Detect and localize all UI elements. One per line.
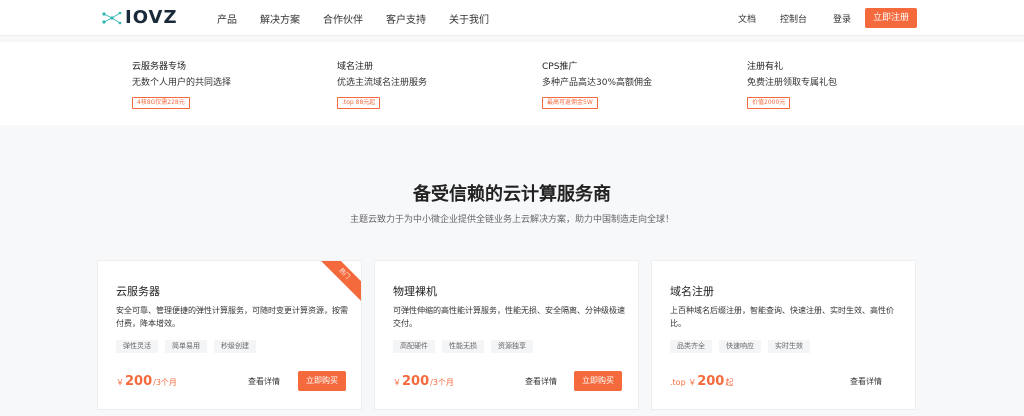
promo-desc: 优选主流域名注册服务 bbox=[337, 78, 428, 88]
console-link[interactable]: 控制台 bbox=[780, 12, 807, 25]
nav-actions: 文档 控制台 登录 立即注册 bbox=[714, 0, 917, 36]
section-title: 备受信赖的云计算服务商 bbox=[413, 184, 611, 205]
promo-tag: 价值2000元 bbox=[747, 97, 791, 109]
view-details-link[interactable]: 查看详情 bbox=[525, 376, 557, 387]
view-details-link[interactable]: 查看详情 bbox=[850, 376, 882, 387]
section-subtitle: 主题云致力于为中小微企业提供全链业务上云解决方案，助力中国制造走向全球！ bbox=[349, 215, 674, 225]
card-title: 物理裸机 bbox=[393, 285, 437, 298]
buy-now-button[interactable]: 立即购买 bbox=[298, 371, 346, 391]
feature-tag: 实时生效 bbox=[768, 340, 810, 353]
nav-partners[interactable]: 合作伙伴 bbox=[323, 11, 363, 26]
card-tags: 高配硬件 性能无损 资源独享 bbox=[393, 340, 540, 353]
promo-desc: 多种产品高达30%高额佣金 bbox=[542, 78, 653, 88]
card-tags: 品类齐全 快速响应 实时生效 bbox=[670, 340, 817, 353]
feature-tag: 性能无损 bbox=[442, 340, 484, 353]
nav-solutions[interactable]: 解决方案 bbox=[260, 11, 300, 26]
feature-tag: 秒级创建 bbox=[214, 340, 256, 353]
promo-title: 注册有礼 bbox=[747, 62, 784, 72]
card-title: 域名注册 bbox=[670, 285, 714, 298]
promo-item-cps[interactable]: CPS推广 多种产品高达30%高额佣金 最高可返佣金5W bbox=[542, 61, 722, 109]
nav-about[interactable]: 关于我们 bbox=[449, 11, 489, 26]
hot-ribbon: 热门 bbox=[314, 261, 361, 304]
price-prefix: ￥ bbox=[116, 378, 124, 387]
logo-text: IOVZ bbox=[125, 7, 178, 28]
promo-item-gift[interactable]: 注册有礼 免费注册领取专属礼包 价值2000元 bbox=[747, 61, 927, 109]
feature-tag: 弹性灵活 bbox=[116, 340, 158, 353]
card-desc: 安全可靠、管理便捷的弹性计算服务，可随时变更计算资源，按需付费，降本增效。 bbox=[116, 306, 348, 328]
docs-link[interactable]: 文档 bbox=[738, 12, 756, 25]
product-card-cloud-server: 热门 云服务器 安全可靠、管理便捷的弹性计算服务，可随时变更计算资源，按需付费，… bbox=[97, 260, 362, 410]
card-desc: 可弹性伸缩的高性能计算服务，性能无损、安全隔离、分钟级极速交付。 bbox=[393, 306, 625, 328]
feature-tag: 品类齐全 bbox=[670, 340, 712, 353]
product-card-domain: 域名注册 上百种域名后缀注册，智能查询、快速注册、实时生效、高性价比。 品类齐全… bbox=[651, 260, 916, 410]
promo-tag: 4核8G仅需228元 bbox=[132, 97, 190, 109]
card-title: 云服务器 bbox=[116, 285, 160, 298]
product-card-bare-metal: 物理裸机 可弹性伸缩的高性能计算服务，性能无损、安全隔离、分钟级极速交付。 高配… bbox=[374, 260, 639, 410]
logo[interactable]: IOVZ bbox=[101, 8, 178, 28]
feature-tag: 高配硬件 bbox=[393, 340, 435, 353]
price-prefix: .top ￥ bbox=[670, 378, 697, 387]
feature-tag: 资源独享 bbox=[491, 340, 533, 353]
promo-title: 云服务器专场 bbox=[132, 62, 187, 72]
price-value: 200 bbox=[697, 374, 725, 389]
promo-item-domain[interactable]: 域名注册 优选主流域名注册服务 .top 88元起 bbox=[337, 61, 517, 109]
price-prefix: ￥ bbox=[393, 378, 401, 387]
feature-tag: 简单易用 bbox=[165, 340, 207, 353]
promo-desc: 免费注册领取专属礼包 bbox=[747, 78, 838, 88]
logo-mark-icon bbox=[102, 11, 122, 25]
nav-support[interactable]: 客户支持 bbox=[386, 11, 426, 26]
view-details-link[interactable]: 查看详情 bbox=[248, 376, 280, 387]
buy-now-button[interactable]: 立即购买 bbox=[574, 371, 622, 391]
promo-item-cloud[interactable]: 云服务器专场 无数个人用户的共同选择 4核8G仅需228元 bbox=[132, 61, 312, 109]
card-price: ￥ 200 /3个月 bbox=[116, 374, 177, 389]
nav-products[interactable]: 产品 bbox=[217, 11, 237, 26]
promo-desc: 无数个人用户的共同选择 bbox=[132, 78, 232, 88]
card-price: .top ￥ 200 起 bbox=[670, 374, 733, 389]
price-suffix: /3个月 bbox=[430, 378, 454, 387]
promo-tag: .top 88元起 bbox=[337, 97, 381, 109]
price-value: 200 bbox=[125, 374, 153, 389]
card-price: ￥ 200 /3个月 bbox=[393, 374, 454, 389]
register-button[interactable]: 立即注册 bbox=[864, 8, 917, 28]
card-desc: 上百种域名后缀注册，智能查询、快速注册、实时生效、高性价比。 bbox=[670, 306, 894, 328]
login-link[interactable]: 登录 bbox=[833, 12, 851, 25]
promo-title: 域名注册 bbox=[337, 62, 374, 72]
feature-tag: 快速响应 bbox=[719, 340, 761, 353]
promo-title: CPS推广 bbox=[542, 62, 578, 72]
price-suffix: 起 bbox=[725, 378, 734, 387]
promo-strip: 云服务器专场 无数个人用户的共同选择 4核8G仅需228元 域名注册 优选主流域… bbox=[0, 42, 1024, 125]
top-nav: IOVZ 产品 解决方案 合作伙伴 客户支持 关于我们 文档 控制台 登录 立即… bbox=[0, 0, 1024, 36]
card-tags: 弹性灵活 简单易用 秒级创建 bbox=[116, 340, 263, 353]
price-suffix: /3个月 bbox=[153, 378, 177, 387]
promo-tag: 最高可返佣金5W bbox=[542, 97, 598, 109]
main-nav: 产品 解决方案 合作伙伴 客户支持 关于我们 bbox=[217, 0, 512, 36]
price-value: 200 bbox=[402, 374, 430, 389]
